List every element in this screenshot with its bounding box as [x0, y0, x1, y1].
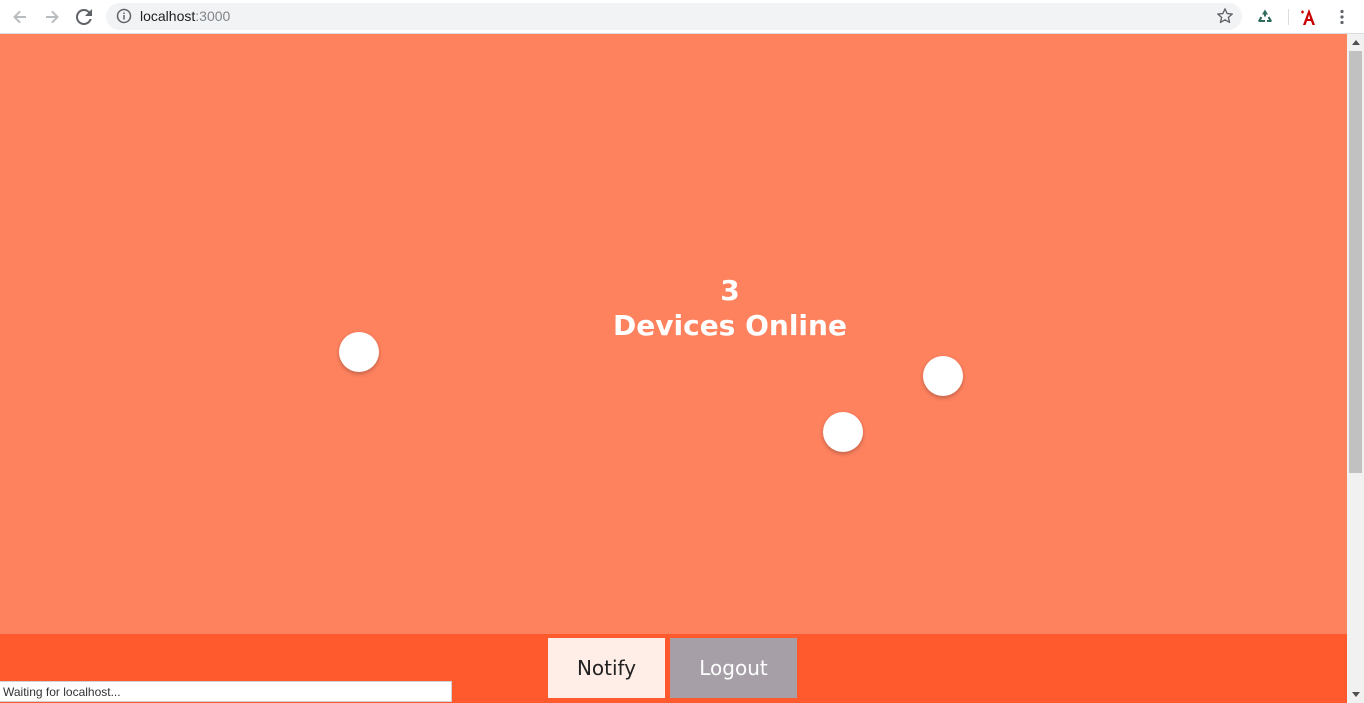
star-icon[interactable]: [1216, 7, 1234, 25]
devices-online-caption: Devices Online: [613, 309, 847, 342]
scroll-up-arrow-icon[interactable]: [1347, 34, 1364, 51]
toolbar-separator: [1288, 9, 1289, 25]
recycle-icon[interactable]: [1253, 5, 1277, 29]
info-icon[interactable]: [116, 8, 132, 24]
device-dot[interactable]: [823, 412, 863, 452]
reload-icon[interactable]: [72, 5, 96, 29]
device-count: 3: [720, 274, 740, 307]
logout-button[interactable]: Logout: [670, 638, 797, 698]
scroll-down-arrow-icon[interactable]: [1347, 686, 1364, 703]
device-dot[interactable]: [923, 356, 963, 396]
scrollbar-thumb[interactable]: [1349, 51, 1362, 473]
acrobat-icon[interactable]: [1297, 5, 1321, 29]
device-dot[interactable]: [339, 332, 379, 372]
forward-arrow-icon[interactable]: [40, 5, 64, 29]
browser-toolbar: localhost:3000: [0, 0, 1364, 34]
notify-button[interactable]: Notify: [548, 638, 665, 698]
url-text[interactable]: localhost:3000: [140, 8, 230, 25]
kebab-menu-icon[interactable]: [1330, 5, 1354, 29]
vertical-scrollbar[interactable]: [1347, 34, 1364, 703]
address-bar[interactable]: localhost:3000: [106, 3, 1242, 30]
devices-online-label: 3 Devices Online: [0, 274, 1347, 344]
status-bar: Waiting for localhost...: [0, 681, 452, 702]
url-host: localhost: [140, 8, 196, 24]
back-arrow-icon[interactable]: [8, 5, 32, 29]
url-port: :3000: [195, 8, 231, 24]
page-viewport: 3 Devices Online Notify Logout: [0, 34, 1347, 703]
